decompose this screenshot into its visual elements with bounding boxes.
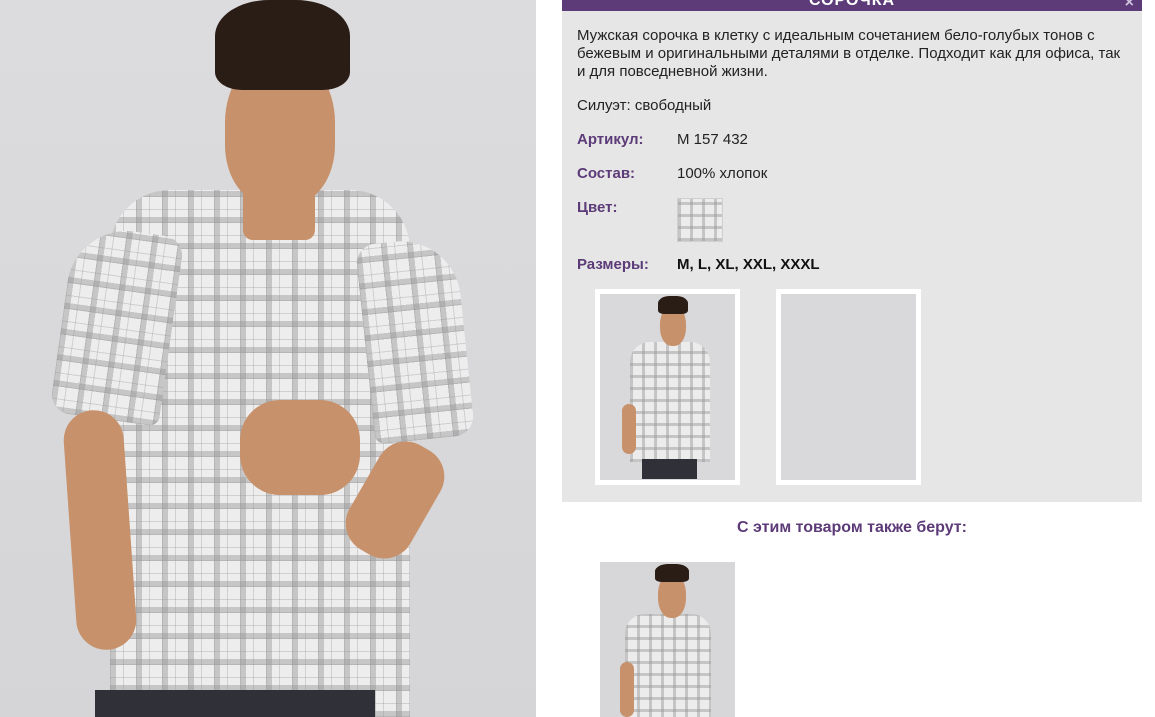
product-silhouette: Силуэт: свободный (577, 97, 712, 114)
thumbnail-fabric-image (781, 294, 916, 480)
sizes-label: Размеры: (577, 256, 649, 273)
model-pants (95, 690, 375, 717)
article-value: M 157 432 (677, 131, 748, 148)
product-title: СОРОЧКА (808, 0, 896, 9)
panel-header: СОРОЧКА × (562, 0, 1142, 11)
shirt-sleeve-right (354, 235, 476, 445)
color-swatch[interactable] (677, 198, 723, 242)
close-icon[interactable]: × (1125, 0, 1134, 11)
main-product-photo (0, 0, 536, 717)
article-label: Артикул: (577, 131, 644, 148)
product-description: Мужская сорочка в клетку с идеальным соч… (577, 27, 1121, 80)
composition-label: Состав: (577, 165, 636, 182)
related-products-title: С этим товаром также берут: (737, 519, 967, 536)
thumbnail-model-image (600, 294, 735, 480)
model-hair (215, 0, 350, 90)
composition-value: 100% хлопок (677, 165, 768, 182)
related-product-card[interactable] (600, 562, 735, 717)
thumbnail-model[interactable] (595, 289, 740, 485)
thumbnail-fabric[interactable] (776, 289, 921, 485)
color-label: Цвет: (577, 199, 618, 216)
model-hand (240, 400, 360, 495)
product-info-panel: СОРОЧКА × Мужская сорочка в клетку с иде… (562, 0, 1142, 502)
sizes-value: M, L, XL, XXL, XXXL (677, 256, 820, 273)
